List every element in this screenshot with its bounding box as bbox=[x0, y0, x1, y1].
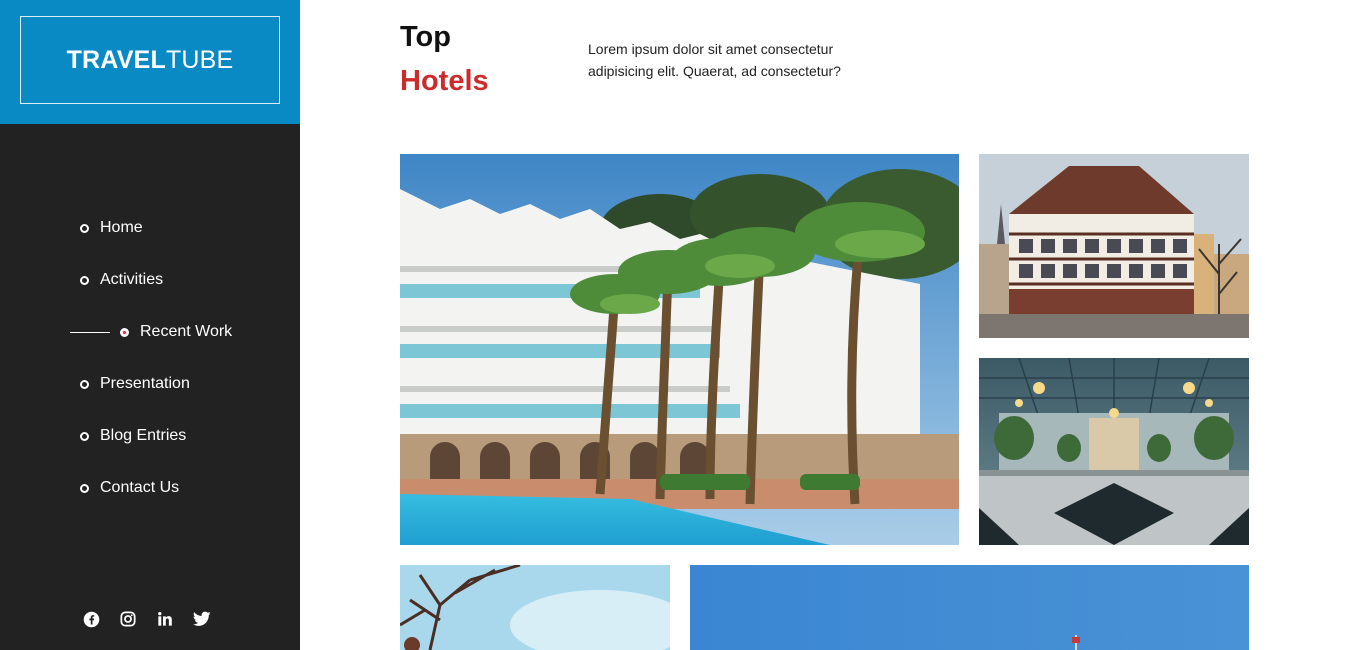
section-intro: Lorem ipsum dolor sit amet consectetur a… bbox=[588, 41, 841, 79]
nav-item-label: Activities bbox=[100, 271, 164, 288]
atrium-lobby-photo[interactable] bbox=[979, 358, 1249, 545]
logo-bold-text: TRAVEL bbox=[66, 45, 166, 74]
nav-bullet-icon bbox=[80, 379, 89, 389]
section-heading: Top Hotels bbox=[400, 18, 489, 100]
nav-item-label: Contact Us bbox=[100, 479, 180, 496]
blue-sky-photo[interactable] bbox=[690, 565, 1249, 650]
twitter-icon[interactable] bbox=[193, 610, 211, 628]
nav-bullet-active-icon bbox=[120, 327, 129, 337]
nav-item-label: Recent Work bbox=[140, 323, 233, 340]
tree-sky-photo[interactable] bbox=[400, 565, 670, 650]
timber-hotel-photo[interactable] bbox=[979, 154, 1249, 338]
nav-item-contact-us[interactable]: Contact Us bbox=[80, 462, 179, 514]
nav-item-label: Presentation bbox=[100, 375, 190, 392]
linkedin-icon[interactable] bbox=[156, 610, 174, 628]
resort-pool-photo[interactable] bbox=[400, 154, 959, 545]
social-links bbox=[82, 610, 211, 628]
facebook-icon[interactable] bbox=[82, 610, 100, 628]
logo-light-text: TUBE bbox=[165, 45, 234, 74]
active-indicator-line bbox=[70, 331, 110, 333]
nav-item-label: Home bbox=[100, 219, 143, 236]
sidebar: TRAVEL TUBE Home Activities Recent Work P… bbox=[0, 0, 300, 650]
nav-item-activities[interactable]: Activities bbox=[80, 254, 163, 306]
nav-item-label: Blog Entries bbox=[100, 427, 187, 444]
section-title-main: Hotels bbox=[400, 65, 489, 97]
nav-bullet-icon bbox=[80, 223, 89, 233]
nav-bullet-icon bbox=[80, 431, 89, 441]
nav-item-blog-entries[interactable]: Blog Entries bbox=[80, 410, 186, 462]
nav-bullet-icon bbox=[80, 483, 89, 493]
section-title-top: Top bbox=[400, 21, 451, 53]
nav-item-home[interactable]: Home bbox=[80, 202, 143, 254]
logo[interactable]: TRAVEL TUBE bbox=[20, 16, 280, 104]
nav-item-recent-work[interactable]: Recent Work bbox=[70, 306, 232, 358]
instagram-icon[interactable] bbox=[119, 610, 137, 628]
nav-item-presentation[interactable]: Presentation bbox=[80, 358, 190, 410]
nav-bullet-icon bbox=[80, 275, 89, 285]
brand-header: TRAVEL TUBE bbox=[0, 0, 300, 124]
